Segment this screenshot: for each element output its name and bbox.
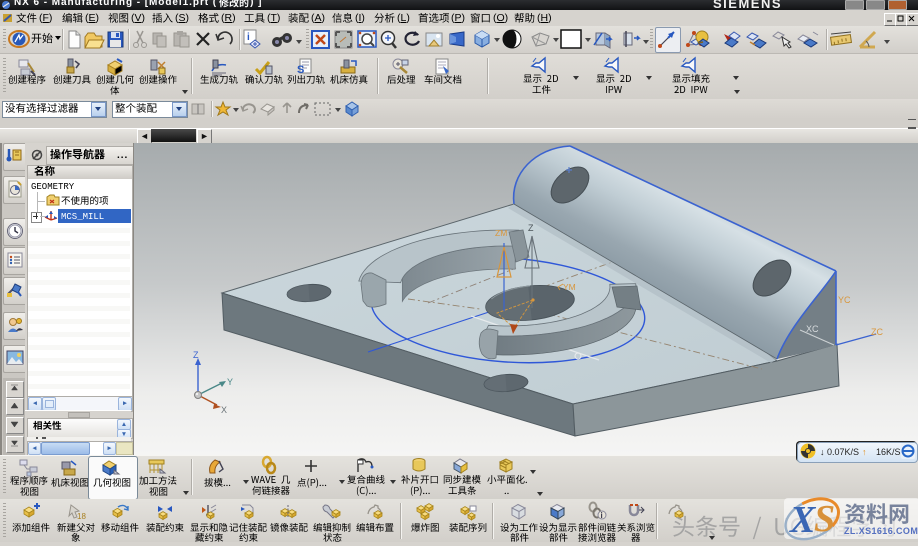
svg-text:Y: Y (227, 377, 233, 387)
svg-text:YC: YC (838, 295, 851, 305)
svg-text:YM: YM (563, 282, 576, 292)
svg-text:S: S (814, 498, 835, 540)
svg-text:X: X (221, 405, 227, 415)
svg-text:ZC: ZC (871, 327, 883, 337)
svg-text:X: X (789, 499, 817, 541)
svg-text:18: 18 (77, 512, 86, 521)
svg-text:ZM: ZM (495, 228, 507, 238)
svg-text:Z: Z (528, 223, 534, 233)
svg-text:i: i (247, 32, 250, 43)
svg-text:i: i (601, 511, 603, 520)
svg-text:Z: Z (193, 350, 199, 360)
svg-text:ZL.XS1616.COM: ZL.XS1616.COM (844, 526, 918, 536)
svg-text:XC: XC (806, 324, 819, 334)
